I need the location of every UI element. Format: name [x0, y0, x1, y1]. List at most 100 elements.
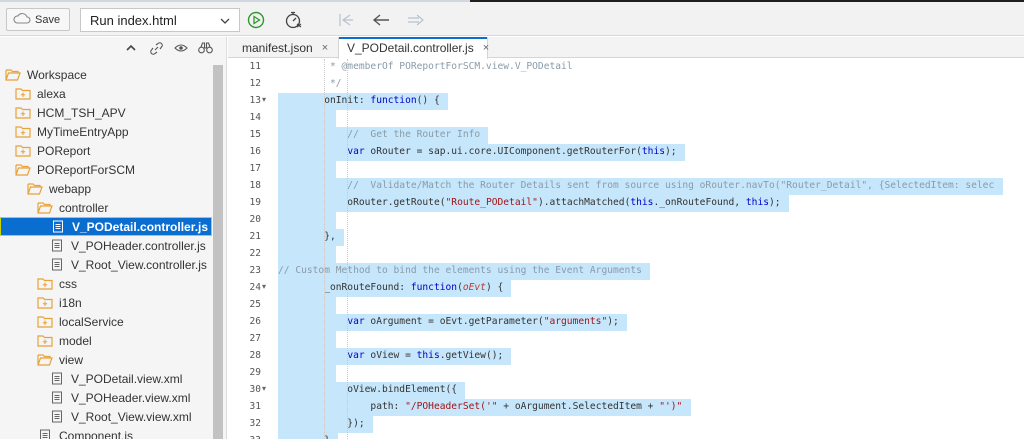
tree-item-label: controller	[59, 200, 109, 215]
project-folder-icon	[15, 144, 31, 158]
code-text: path: "/POHeaderSet('" + oArgument.Selec…	[278, 401, 683, 412]
close-icon[interactable]: ×	[322, 42, 328, 54]
folder-open-icon	[5, 68, 21, 82]
tree-item-label: HCM_TSH_APV	[37, 105, 126, 120]
file-icon	[50, 220, 66, 234]
line-number: 22	[249, 248, 261, 259]
tree-item-label: localService	[59, 314, 124, 329]
chevron-down-icon[interactable]	[220, 14, 230, 29]
file-icon	[49, 239, 65, 253]
line-number: 16	[249, 146, 261, 157]
tree-item[interactable]: MyTimeEntryApp	[0, 122, 212, 141]
tree-item-label: V_POHeader.view.xml	[71, 390, 191, 405]
tree-item-label: Workspace	[27, 67, 87, 82]
project-folder-icon	[15, 106, 31, 120]
code-text: _onRouteFound: function(oEvt) {	[278, 282, 504, 293]
run-config-label: Run index.html	[90, 12, 177, 28]
fold-toggle-icon[interactable]: ▾	[262, 282, 266, 291]
tree-item[interactable]: i18n	[0, 293, 212, 312]
code-text: });	[278, 418, 365, 429]
close-icon[interactable]: ×	[483, 42, 489, 54]
line-number: 21	[249, 231, 261, 242]
indent-guide	[324, 59, 325, 439]
tree-item-label: V_PODetail.controller.js	[72, 219, 209, 234]
folder-open-icon	[27, 182, 43, 196]
code-text: },	[278, 231, 336, 242]
folder-open-icon	[15, 163, 31, 177]
line-number: 27	[249, 333, 261, 344]
tree-item-label: POReportForSCM	[37, 162, 136, 177]
fold-toggle-icon[interactable]: ▾	[262, 95, 266, 104]
tree-item-label: MyTimeEntryApp	[37, 124, 129, 139]
file-icon	[49, 391, 65, 405]
tree-item-label: model	[59, 333, 92, 348]
tree-item[interactable]: Workspace	[0, 65, 212, 84]
tree-item[interactable]: V_POHeader.controller.js	[0, 236, 212, 255]
tree-item[interactable]: css	[0, 274, 212, 293]
code-text: // Get the Router Info	[278, 129, 481, 140]
tree-item[interactable]: localService	[0, 312, 212, 331]
line-number: 31	[249, 401, 261, 412]
tree-item-label: Component.js	[59, 428, 134, 439]
run-icon[interactable]	[245, 8, 267, 32]
tree-item[interactable]: POReport	[0, 141, 212, 160]
tree-item[interactable]: V_POHeader.view.xml	[0, 388, 212, 407]
line-number: 25	[249, 299, 261, 310]
link-icon[interactable]	[147, 40, 165, 56]
tree-item-label: i18n	[59, 295, 82, 310]
code-editor[interactable]: 11 * @memberOf POReportForSCM.view.V_POD…	[228, 59, 1024, 439]
project-folder-icon	[37, 296, 53, 310]
tab-manifest-json[interactable]: manifest.json ×	[234, 37, 336, 58]
code-text: var oArgument = oEvt.getParameter("argum…	[347, 316, 619, 327]
tree-item-label: V_Root_View.view.xml	[71, 409, 192, 424]
workspace-sidebar: Workspace alexa HCM_TSH_APV MyTimeEntryApp P…	[0, 37, 227, 439]
selection-highlight	[278, 365, 336, 382]
back-arrow-icon[interactable]	[370, 8, 392, 32]
collapse-icon[interactable]	[122, 40, 140, 56]
save-label: Save	[35, 13, 61, 26]
line-number: 20	[249, 214, 261, 225]
file-icon	[37, 429, 53, 439]
line-number: 33	[228, 435, 261, 439]
selection-highlight	[278, 161, 336, 178]
run-configuration-select[interactable]: Run index.html	[80, 8, 240, 32]
tree-item[interactable]: webapp	[0, 179, 212, 198]
forward-arrow-icon[interactable]	[405, 8, 427, 32]
tree-item-label: webapp	[49, 181, 92, 196]
tree-item[interactable]: controller	[0, 198, 212, 217]
folder-open-icon	[37, 353, 53, 367]
eye-icon[interactable]	[172, 40, 190, 56]
tree-item[interactable]: POReportForSCM	[0, 160, 212, 179]
cloud-save-icon	[13, 12, 31, 27]
project-folder-icon	[15, 125, 31, 139]
code-text: // Validate/Match the Router Details sen…	[278, 180, 995, 191]
code-text: * @memberOf POReportForSCM.view.V_PODeta…	[278, 61, 573, 72]
fold-toggle-icon[interactable]: ▾	[262, 384, 266, 393]
tree-item[interactable]: HCM_TSH_APV	[0, 103, 212, 122]
line-number: 26	[249, 316, 261, 327]
line-number: 12	[249, 78, 261, 89]
line-number: 18	[249, 180, 261, 191]
tab-v-podetail-controller[interactable]: V_PODetail.controller.js ×	[338, 37, 489, 59]
tree-item-label: alexa	[37, 86, 66, 101]
tree-item[interactable]: model	[0, 331, 212, 350]
binoculars-icon[interactable]	[196, 40, 214, 56]
toolbar: Save Run index.html	[0, 2, 1024, 36]
tree-item[interactable]: V_PODetail.view.xml	[0, 369, 212, 388]
code-text: // Custom Method to bind the elements us…	[278, 265, 642, 276]
folder-open-icon	[37, 201, 53, 215]
tree-item[interactable]: view	[0, 350, 212, 369]
tree-item[interactable]: Component.js	[0, 426, 212, 439]
tree-item[interactable]: V_Root_View.view.xml	[0, 407, 212, 426]
tree-item[interactable]: V_PODetail.controller.js	[0, 217, 212, 236]
tree-item[interactable]: V_Root_View.controller.js	[0, 255, 212, 274]
tree-item[interactable]: alexa	[0, 84, 212, 103]
save-button[interactable]: Save	[6, 8, 70, 31]
line-number: 32	[249, 418, 261, 429]
stopwatch-icon[interactable]	[280, 8, 308, 32]
code-text: }	[278, 435, 330, 439]
code-text: var oView = this.getView();	[347, 350, 504, 361]
selection-highlight	[278, 110, 336, 127]
sidebar-scrollbar[interactable]	[213, 65, 223, 439]
step-back-icon[interactable]	[334, 8, 356, 32]
